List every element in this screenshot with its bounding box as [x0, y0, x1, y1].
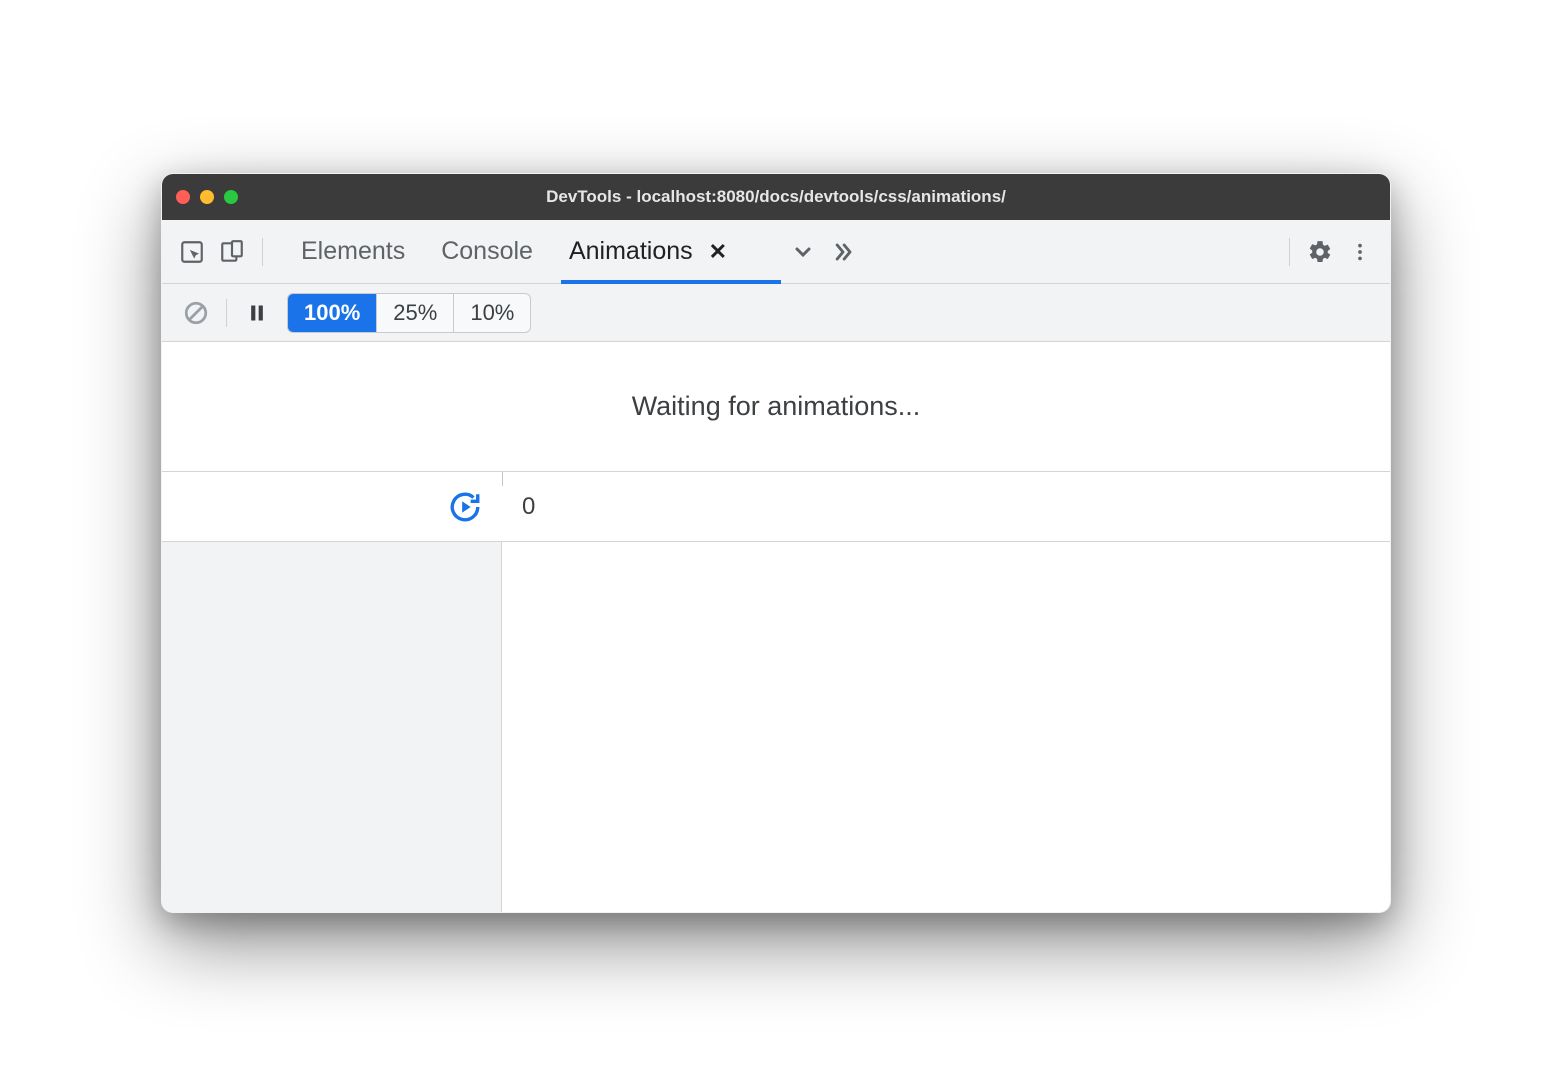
- more-tabs-chevron-icon[interactable]: [823, 232, 863, 272]
- animation-buffer-panel: Waiting for animations...: [162, 342, 1390, 472]
- animations-toolbar: 100% 25% 10%: [162, 284, 1390, 342]
- pause-icon[interactable]: [237, 293, 277, 333]
- close-tab-icon[interactable]: ✕: [709, 239, 727, 265]
- tab-elements[interactable]: Elements: [301, 220, 405, 283]
- timeline-ruler: 0: [162, 472, 1390, 542]
- window-title: DevTools - localhost:8080/docs/devtools/…: [162, 187, 1390, 207]
- panel-tabs: Elements Console Animations ✕: [301, 220, 863, 283]
- tab-label: Console: [441, 237, 533, 266]
- tab-console[interactable]: Console: [441, 220, 533, 283]
- replay-icon[interactable]: [448, 490, 482, 524]
- speed-25[interactable]: 25%: [377, 294, 454, 332]
- device-toggle-icon[interactable]: [212, 232, 252, 272]
- toolbar-divider: [226, 299, 227, 327]
- toolbar-divider: [1289, 238, 1290, 266]
- timeline-start-label: 0: [522, 493, 535, 521]
- inspect-element-icon[interactable]: [172, 232, 212, 272]
- waiting-message: Waiting for animations...: [632, 391, 921, 422]
- toolbar-divider: [262, 238, 263, 266]
- devtools-window: DevTools - localhost:8080/docs/devtools/…: [161, 173, 1391, 913]
- timeline-tick: [502, 472, 503, 486]
- main-toolbar: Elements Console Animations ✕: [162, 220, 1390, 284]
- maximize-window-button[interactable]: [224, 190, 238, 204]
- tab-label: Elements: [301, 237, 405, 266]
- animation-names-column: [162, 542, 502, 912]
- settings-icon[interactable]: [1300, 232, 1340, 272]
- minimize-window-button[interactable]: [200, 190, 214, 204]
- clear-icon[interactable]: [176, 293, 216, 333]
- more-tabs-icon[interactable]: [783, 232, 823, 272]
- window-controls: [176, 190, 238, 204]
- animation-detail-area: [162, 542, 1390, 912]
- tab-animations[interactable]: Animations ✕: [569, 220, 727, 283]
- tab-label: Animations: [569, 237, 693, 266]
- kebab-menu-icon[interactable]: [1340, 232, 1380, 272]
- speed-100[interactable]: 100%: [288, 294, 377, 332]
- titlebar: DevTools - localhost:8080/docs/devtools/…: [162, 174, 1390, 220]
- animation-timeline-column[interactable]: [502, 542, 1390, 912]
- close-window-button[interactable]: [176, 190, 190, 204]
- speed-10[interactable]: 10%: [454, 294, 530, 332]
- playback-speed-group: 100% 25% 10%: [287, 293, 531, 333]
